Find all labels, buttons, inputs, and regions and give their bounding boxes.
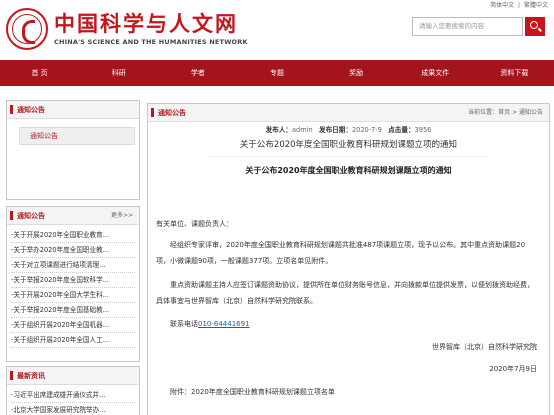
author-label: 发布人： — [265, 126, 293, 134]
paragraph-2: 重点资助课题主持人应签订课题资助协议，提供所在单位财务账号信息，并向拨款单位提供… — [156, 281, 534, 305]
article-meta: 发布人：admin 发布日期：2020-7-9 点击量：3956 — [148, 124, 549, 134]
sidebar-list-header: 通知公告 更多>> — [7, 207, 139, 225]
list-item[interactable]: -关于举报2020年度全国基础教... — [11, 303, 135, 318]
sidebar-notice-box: 通知公告 通知公告 — [6, 100, 140, 200]
breadcrumb: 当前位置：首页 > 通知公告 — [468, 104, 543, 122]
list-item[interactable]: -关于组织开展2020年全国人工... — [11, 333, 135, 348]
nav-downloads[interactable]: 资料下载 — [475, 60, 554, 86]
phone-label: 联系电话 — [170, 320, 198, 328]
logo-seal-icon — [6, 8, 48, 50]
search-button[interactable] — [525, 17, 545, 36]
clicks-value: 3956 — [414, 126, 432, 134]
more-link[interactable]: 更多>> — [111, 207, 133, 225]
sidebar-news-header: 最新资讯 — [7, 367, 139, 385]
language-links: 简体中文 | 繁體中文 — [488, 0, 548, 9]
sidebar-notice-title: 通知公告 — [17, 106, 45, 114]
phone-link[interactable]: 010-64441691 — [198, 320, 250, 328]
search-icon — [530, 21, 538, 29]
article-title: 关于公布2020年度全国职业教育科研规划课题立项的通知 — [239, 140, 458, 150]
nav-home[interactable]: 首 页 — [0, 60, 79, 86]
logo-english-name: CHINA'S SCIENCE AND THE HUMANITIES NETWO… — [54, 38, 248, 46]
traditional-chinese-link[interactable]: 繁體中文 — [524, 2, 548, 9]
list-item[interactable]: -关于组织开展2020年全国机器... — [11, 318, 135, 333]
list-item[interactable]: -北京大学国家发展研究院举办... — [11, 403, 135, 415]
nav-achievements[interactable]: 成果文件 — [396, 60, 475, 86]
sidebar-news-box: 最新资讯 -习近平出席建成雄开通仪式并... -北京大学国家发展研究院举办... — [6, 366, 140, 415]
section-marker — [10, 211, 13, 220]
section-marker — [10, 105, 13, 114]
list-item[interactable]: -关于开展2020年全国职业教育... — [11, 228, 135, 243]
sidebar-notice-list-box: 通知公告 更多>> -关于开展2020年全国职业教育... -关于举办2020年… — [6, 206, 140, 362]
section-marker — [10, 371, 13, 380]
news-list: -习近平出席建成雄开通仪式并... -北京大学国家发展研究院举办... — [7, 385, 139, 415]
list-item[interactable]: -关于举办2020年度全国职业教... — [11, 243, 135, 258]
date-label: 发布日期： — [318, 126, 352, 134]
sidebar-news-title: 最新资讯 — [17, 372, 45, 380]
logo-chinese-name: 中国科学与人文网 — [54, 11, 238, 36]
clicks-label: 点击量： — [388, 126, 415, 134]
sidebar-item-notice[interactable]: 通知公告 — [19, 127, 135, 145]
search-input[interactable] — [412, 17, 523, 36]
list-item[interactable]: -习近平出席建成雄开通仪式并... — [11, 388, 135, 403]
salutation: 有关单位、课题负责人： — [156, 220, 233, 228]
author-value: admin — [292, 126, 313, 134]
attachment-link[interactable]: 附件：2020年度全国职业教育科研规划课题立项名单 — [156, 384, 537, 400]
link-separator: | — [518, 2, 521, 9]
logo-text: 中国科学与人文网 CHINA'S SCIENCE AND THE HUMANIT… — [54, 11, 248, 47]
panel-title: 通知公告 — [158, 109, 186, 117]
sidebar-list-title: 通知公告 — [17, 212, 45, 220]
article-subtitle: 关于公布2020年度全国职业教育科研规划课题立项的通知 — [245, 166, 452, 175]
list-item[interactable]: -关于举报2020年度全国软科学... — [11, 273, 135, 288]
notice-list: -关于开展2020年全国职业教育... -关于举办2020年度全国职业教... … — [7, 225, 139, 348]
date-signature: 2020年7月9日 — [489, 365, 537, 373]
section-marker — [151, 108, 154, 117]
breadcrumb-path[interactable]: 首页 > 通知公告 — [498, 109, 543, 116]
nav-research[interactable]: 科研 — [79, 60, 158, 86]
paragraph-1: 经组织专家评审，2020年度全国职业教育科研规划课题共批准487项课题立项，现予… — [156, 241, 526, 265]
date-value: 2020-7-9 — [351, 126, 382, 134]
location-label: 当前位置： — [468, 109, 499, 116]
article-panel-header: 通知公告 当前位置：首页 > 通知公告 — [148, 104, 549, 122]
article-panel: 通知公告 当前位置：首页 > 通知公告 发布人：admin 发布日期：2020-… — [147, 103, 550, 415]
title-divider — [208, 156, 489, 157]
main-nav: 首 页 科研 学者 专题 奖励 成果文件 资料下载 — [0, 60, 554, 86]
simplified-chinese-link[interactable]: 简体中文 — [490, 2, 514, 9]
sidebar-notice-header: 通知公告 — [7, 101, 139, 119]
nav-awards[interactable]: 奖励 — [317, 60, 396, 86]
site-logo[interactable]: 中国科学与人文网 CHINA'S SCIENCE AND THE HUMANIT… — [6, 4, 248, 54]
list-item[interactable]: -关于开展2020年全国大学生科... — [11, 288, 135, 303]
organization-signature: 世界智库（北京）自然科学研究院 — [432, 343, 537, 351]
contact-line: 联系电话010-64441691 — [156, 316, 537, 332]
nav-scholars[interactable]: 学者 — [158, 60, 237, 86]
list-item[interactable]: -关于对立项课题进行结项清理... — [11, 258, 135, 273]
nav-topics[interactable]: 专题 — [237, 60, 316, 86]
